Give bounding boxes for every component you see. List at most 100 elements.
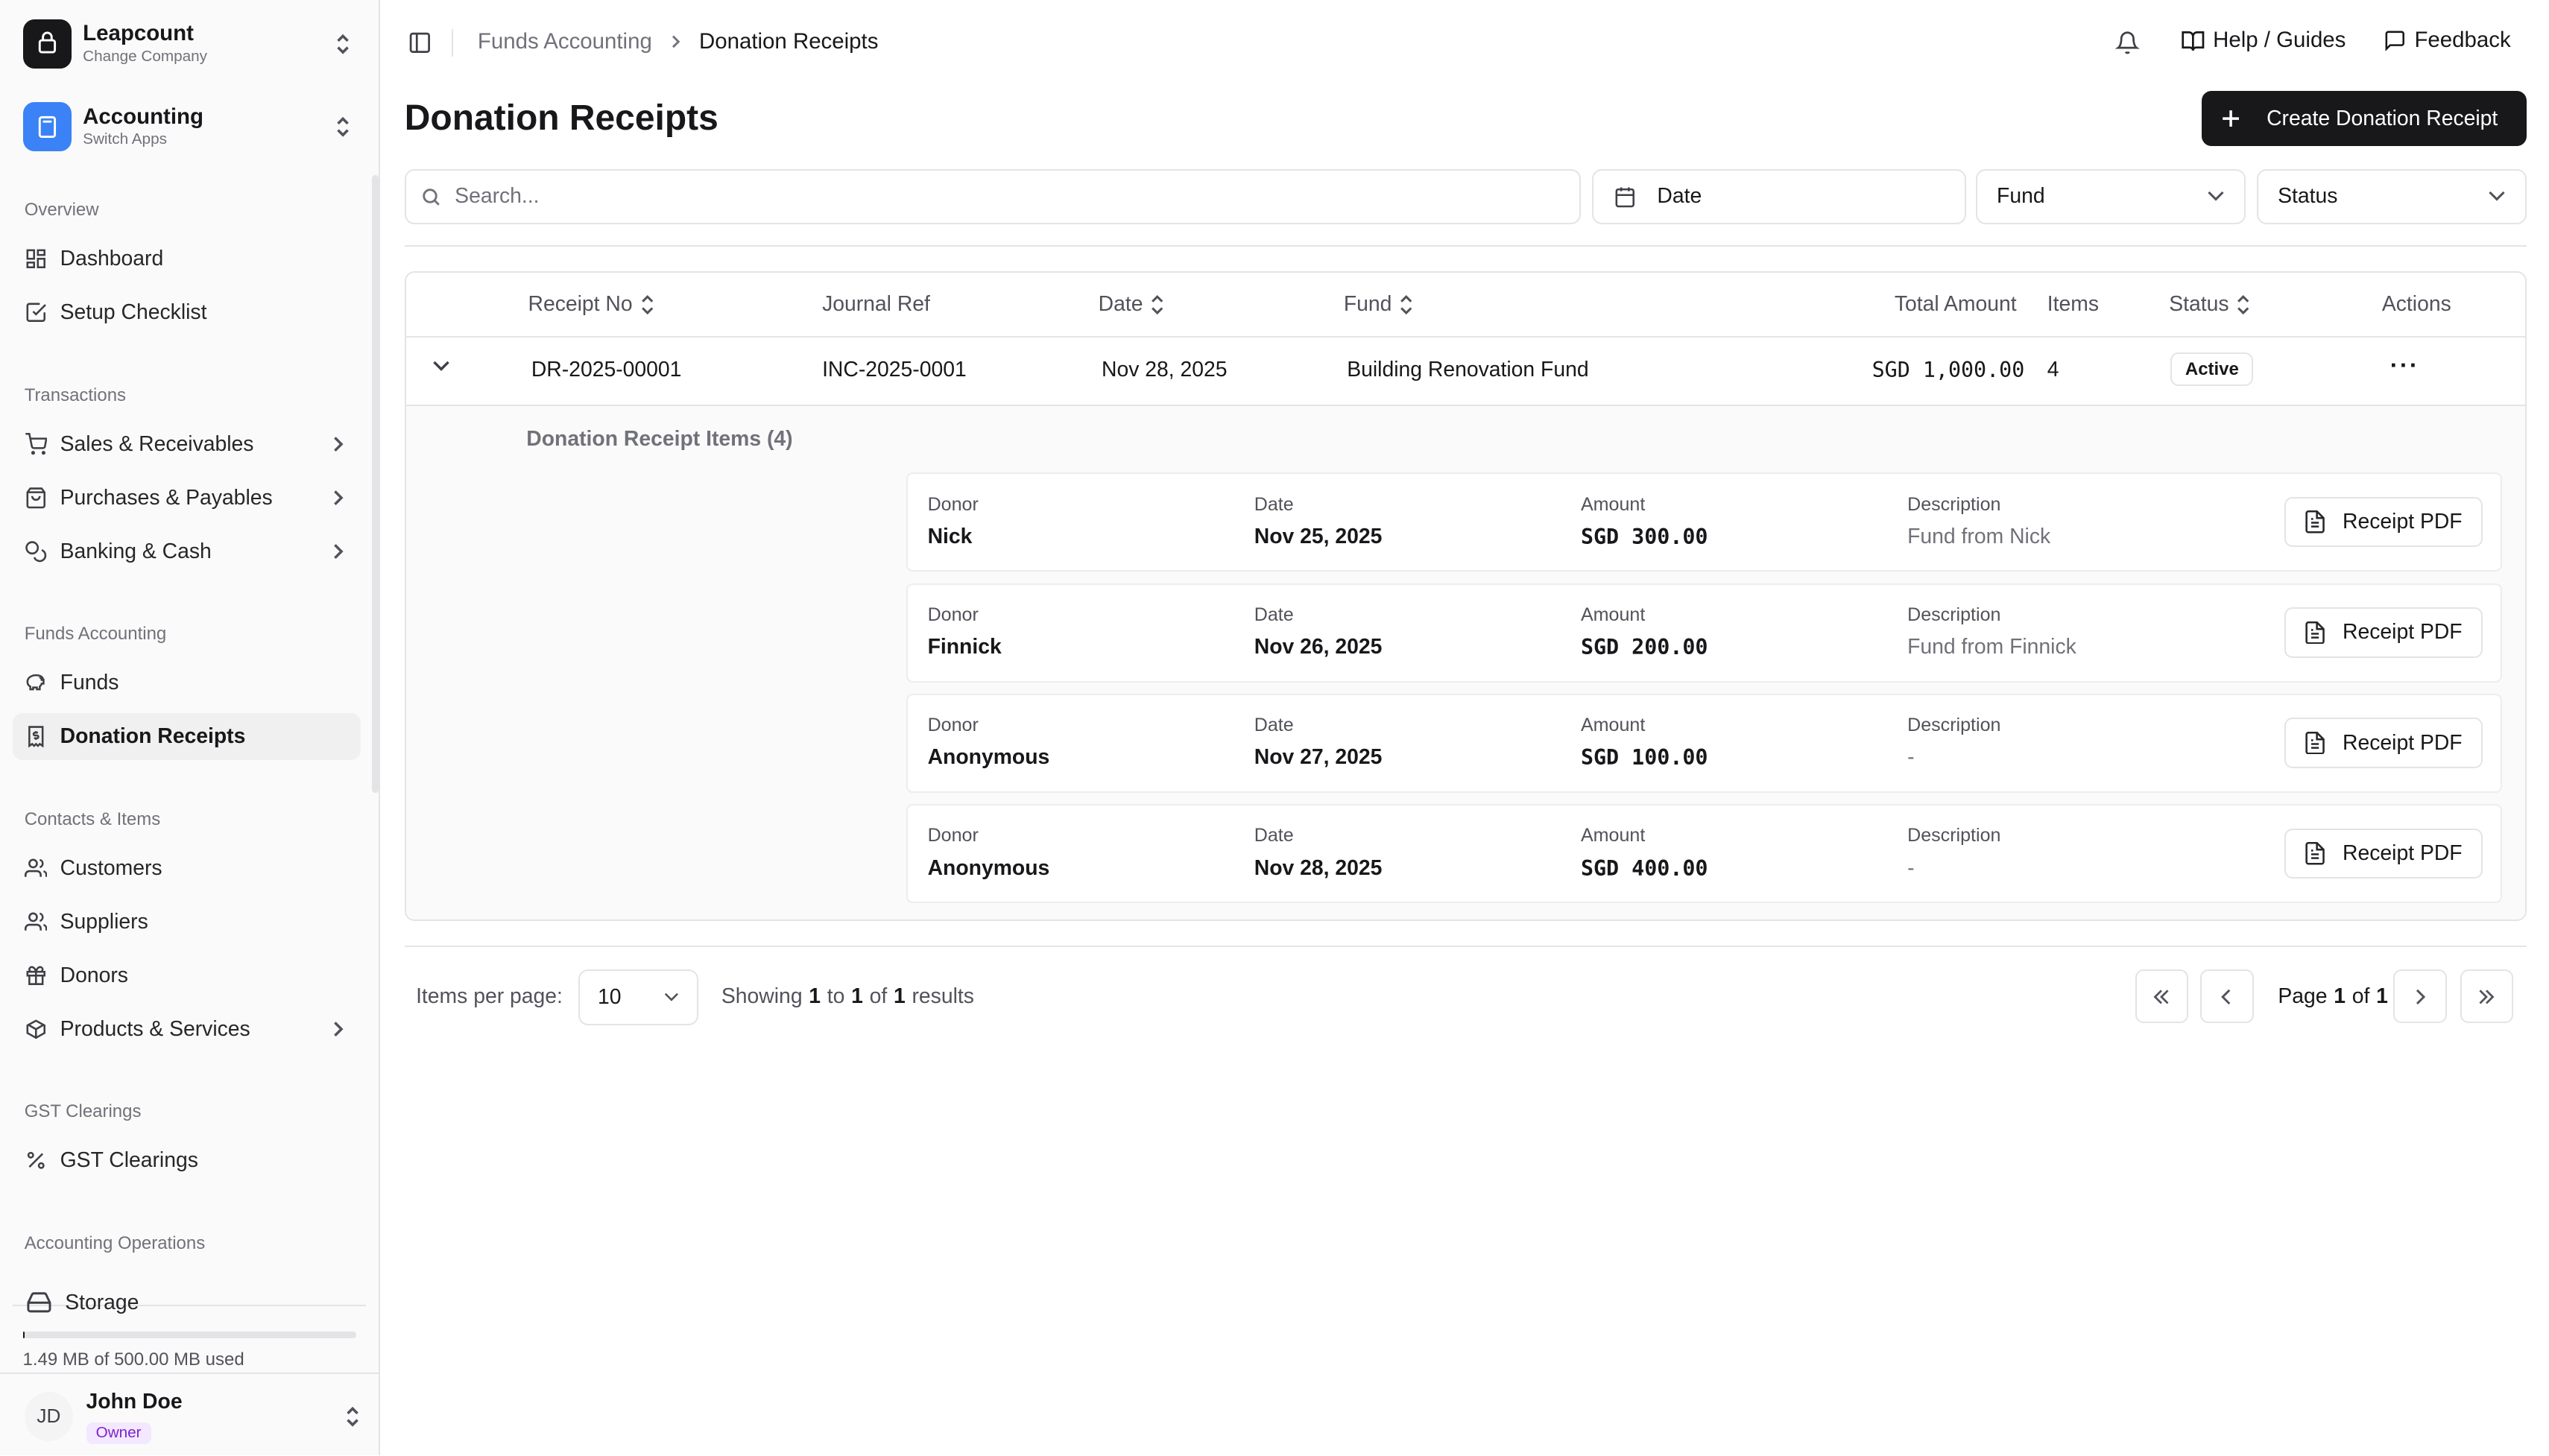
chevron-left-icon xyxy=(2221,989,2232,1005)
column-header-actions: Actions xyxy=(2382,292,2451,317)
chevrons-up-down-icon xyxy=(343,1405,362,1428)
book-open-icon xyxy=(2181,29,2205,52)
date-filter[interactable]: Date xyxy=(1592,168,1966,224)
column-header-date[interactable]: Date xyxy=(1099,292,1164,317)
items-per-page-select[interactable]: 10 xyxy=(578,969,699,1025)
main-content: Funds Accounting Donation Receipts Help … xyxy=(380,0,2548,1455)
column-header-status[interactable]: Status xyxy=(2169,292,2250,317)
chevron-right-icon xyxy=(332,488,344,507)
journal-ref-cell[interactable]: INC-2025-0001 xyxy=(822,358,967,382)
date-label: Date xyxy=(1254,493,1294,515)
sidebar-item-sales[interactable]: Sales & Receivables xyxy=(13,421,361,468)
previous-page-button[interactable] xyxy=(2199,969,2254,1024)
date-label: Date xyxy=(1254,825,1294,846)
user-menu[interactable]: JD John Doe Owner xyxy=(13,1384,362,1449)
status-select-label: Status xyxy=(2278,184,2338,209)
receipt-pdf-button[interactable]: Receipt PDF xyxy=(2284,496,2483,548)
items-cell: 4 xyxy=(2047,357,2059,382)
receipt-pdf-button[interactable]: Receipt PDF xyxy=(2284,828,2483,879)
cart-icon xyxy=(25,432,48,456)
gift-icon xyxy=(25,964,48,987)
sidebar-item-label: Purchases & Payables xyxy=(60,485,273,510)
divider xyxy=(404,945,2527,947)
fund-select[interactable]: Fund xyxy=(1975,168,2246,224)
users-icon xyxy=(24,911,48,934)
column-header-fund[interactable]: Fund xyxy=(1344,292,1413,317)
sidebar-item-donors[interactable]: Donors xyxy=(13,952,361,998)
sort-icon xyxy=(2237,294,2249,314)
sidebar-item-products[interactable]: Products & Services xyxy=(13,1005,361,1052)
company-switcher[interactable]: Leapcount Change Company xyxy=(13,11,362,76)
sidebar-item-funds[interactable]: Funds xyxy=(13,659,361,706)
bell-icon[interactable] xyxy=(2115,31,2141,55)
column-label: Journal Ref xyxy=(822,292,930,317)
sidebar-item-donation-receipts[interactable]: Donation Receipts xyxy=(13,713,361,761)
next-page-button[interactable] xyxy=(2393,969,2448,1024)
feedback-button[interactable]: Feedback xyxy=(2384,28,2511,53)
search-placeholder: Search... xyxy=(455,184,540,209)
more-actions-icon[interactable]: ··· xyxy=(2390,351,2419,379)
chevron-right-icon xyxy=(332,434,344,454)
table-row[interactable]: DR-2025-00001 INC-2025-0001 Nov 28, 2025… xyxy=(406,338,2525,404)
page-indicator: Page 1 of 1 xyxy=(2278,984,2388,1009)
sidebar-toggle-icon[interactable] xyxy=(408,31,432,55)
chevrons-up-down-icon xyxy=(333,33,353,56)
page-title: Donation Receipts xyxy=(404,98,718,138)
description-label: Description xyxy=(1907,715,2001,736)
help-guides-label: Help / Guides xyxy=(2213,28,2346,53)
sidebar-item-label: Sales & Receivables xyxy=(60,431,254,456)
chevron-down-icon xyxy=(663,993,680,1002)
sidebar-scrollbar[interactable] xyxy=(372,175,379,793)
sidebar-item-banking[interactable]: Banking & Cash xyxy=(13,528,361,575)
column-label: Receipt No xyxy=(528,292,633,317)
sidebar-item-customers[interactable]: Customers xyxy=(13,845,361,892)
showing-from: 1 xyxy=(809,984,821,1009)
breadcrumb-current: Donation Receipts xyxy=(699,29,879,54)
sidebar-item-label: Banking & Cash xyxy=(60,539,212,563)
description-value: - xyxy=(1907,855,1915,880)
search-input[interactable]: Search... xyxy=(404,168,1582,224)
app-switcher[interactable]: Accounting Switch Apps xyxy=(13,94,362,159)
status-select[interactable]: Status xyxy=(2257,168,2527,224)
last-page-button[interactable] xyxy=(2460,969,2514,1024)
donor-label: Donor xyxy=(927,825,979,846)
sidebar-item-gst-clearings[interactable]: GST Clearings xyxy=(13,1137,361,1184)
create-donation-receipt-button[interactable]: Create Donation Receipt xyxy=(2201,91,2527,147)
page-of-word: of xyxy=(2351,984,2370,1009)
list-item: Donor Nick Date Nov 25, 2025 Amount SGD … xyxy=(906,472,2503,572)
user-name: John Doe xyxy=(86,1389,183,1414)
receipt-no-cell[interactable]: DR-2025-00001 xyxy=(531,358,682,382)
file-text-icon xyxy=(2305,510,2325,534)
company-name: Leapcount xyxy=(83,21,194,46)
list-item: Donor Finnick Date Nov 26, 2025 Amount S… xyxy=(906,583,2503,683)
section-transactions: Transactions xyxy=(24,384,127,405)
sidebar-item-suppliers[interactable]: Suppliers xyxy=(13,899,361,946)
chevron-down-icon xyxy=(2488,191,2506,202)
top-bar: Funds Accounting Donation Receipts Help … xyxy=(380,0,2548,88)
column-header-receipt-no[interactable]: Receipt No xyxy=(528,292,653,317)
file-text-icon xyxy=(2305,731,2325,755)
sidebar-item-label: Suppliers xyxy=(60,909,148,934)
receipt-pdf-button[interactable]: Receipt PDF xyxy=(2284,607,2483,658)
first-page-button[interactable] xyxy=(2135,969,2189,1024)
sidebar-item-purchases[interactable]: Purchases & Payables xyxy=(13,475,361,522)
help-guides-button[interactable]: Help / Guides xyxy=(2181,28,2346,53)
amount-label: Amount xyxy=(1580,604,1646,625)
column-header-journal-ref: Journal Ref xyxy=(822,292,930,317)
sidebar-item-label: Funds xyxy=(60,671,119,695)
description-label: Description xyxy=(1907,604,2001,625)
amount-label: Amount xyxy=(1580,715,1646,736)
current-page: 1 xyxy=(2334,984,2346,1009)
chevron-down-icon[interactable] xyxy=(432,361,450,372)
breadcrumb-parent[interactable]: Funds Accounting xyxy=(478,29,652,54)
sidebar-item-dashboard[interactable]: Dashboard xyxy=(13,235,361,282)
storage-used-text: 1.49 MB of 500.00 MB used xyxy=(22,1349,244,1370)
receipt-pdf-button[interactable]: Receipt PDF xyxy=(2284,718,2483,768)
sidebar-item-label: Donors xyxy=(60,963,128,987)
chevron-right-icon xyxy=(2414,989,2426,1005)
section-overview: Overview xyxy=(24,200,99,221)
sidebar-item-setup-checklist[interactable]: Setup Checklist xyxy=(13,289,361,336)
coins-icon xyxy=(25,540,48,563)
company-sub: Change Company xyxy=(83,48,208,66)
chevron-right-icon xyxy=(670,34,681,50)
